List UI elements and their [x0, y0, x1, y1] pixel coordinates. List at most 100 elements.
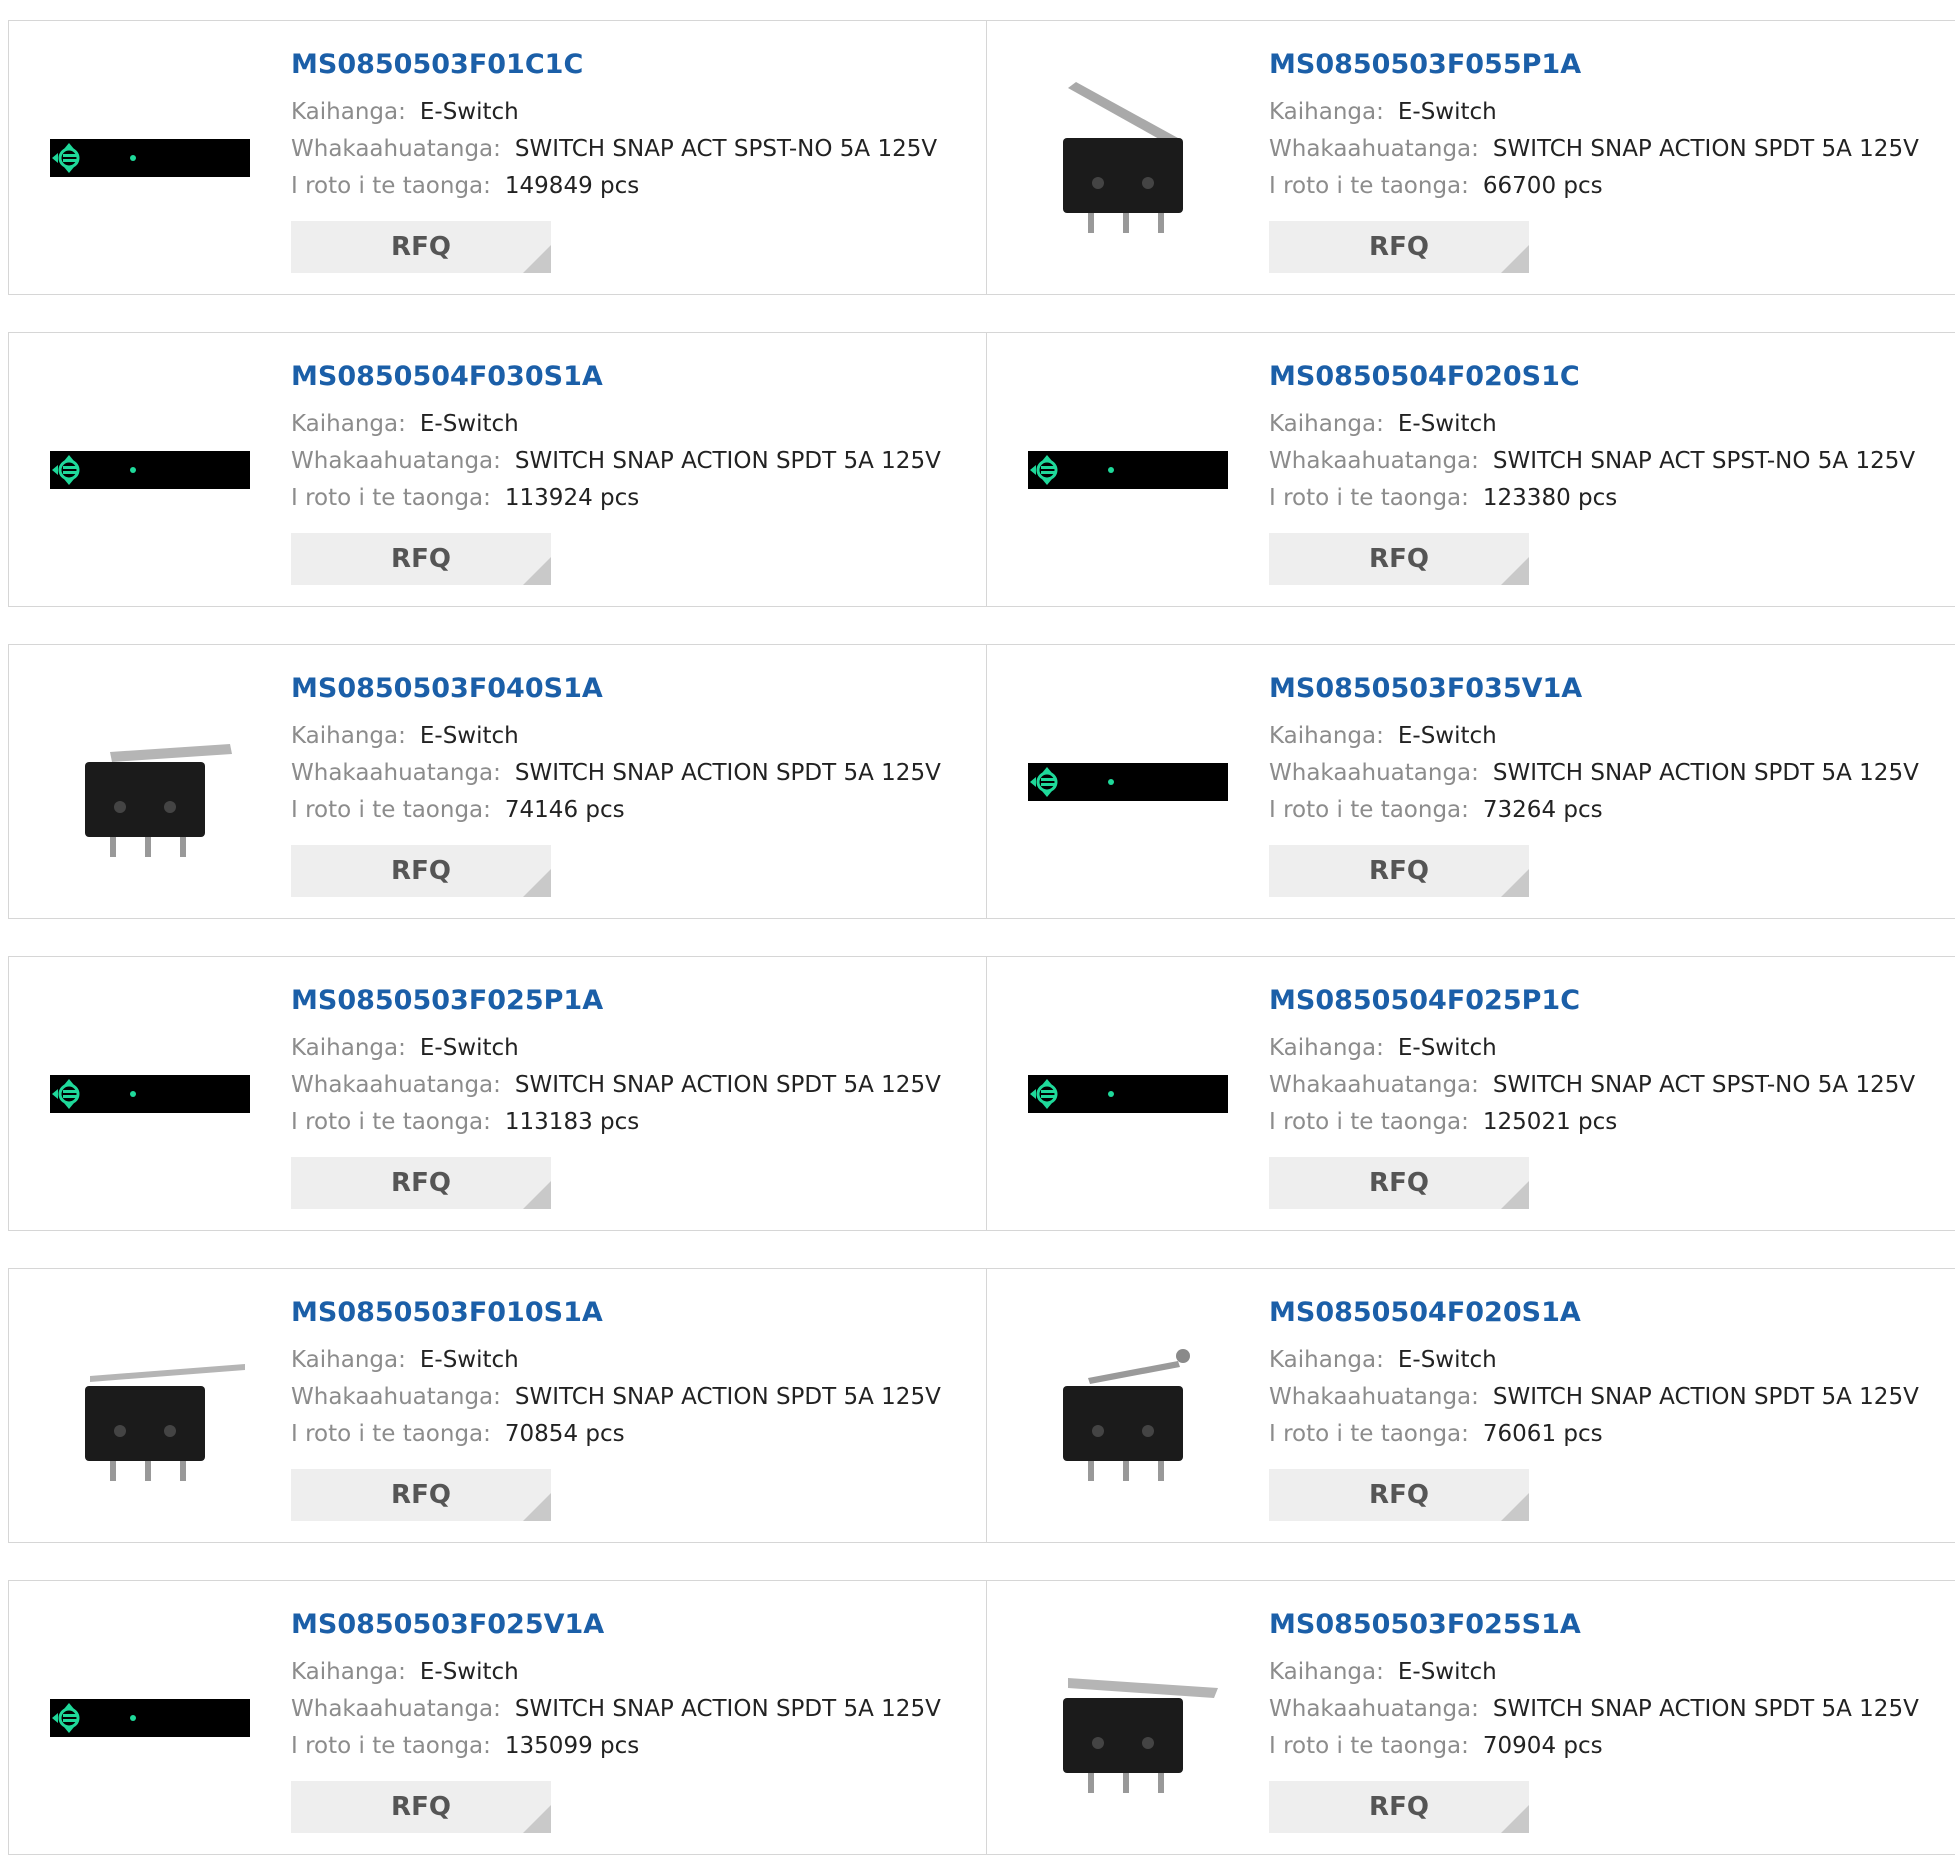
stock-label: I roto i te taonga:	[1269, 1109, 1469, 1135]
description-row: Whakaahuatanga: SWITCH SNAP ACTION SPDT 5…	[291, 1067, 976, 1104]
description-value: SWITCH SNAP ACTION SPDT 5A 125V	[1492, 1384, 1919, 1410]
product-card: MS0850504F025P1C Kaihanga: E-Switch Whaka…	[987, 956, 1955, 1231]
stock-row: I roto i te taonga: 149849 pcs	[291, 168, 976, 205]
rfq-button[interactable]: RFQ	[291, 845, 551, 897]
stock-value: 123380 pcs	[1482, 485, 1618, 511]
stock-label: I roto i te taonga:	[291, 485, 491, 511]
stock-value: 125021 pcs	[1482, 1109, 1618, 1135]
product-card: MS0850503F010S1A Kaihanga: E-Switch Whaka…	[8, 1268, 987, 1543]
stock-value: 113924 pcs	[504, 485, 640, 511]
description-label: Whakaahuatanga:	[1269, 760, 1479, 786]
part-number-link[interactable]: MS0850503F025P1A	[291, 985, 976, 1016]
part-number-link[interactable]: MS0850504F020S1C	[1269, 361, 1945, 392]
manufacturer-row: Kaihanga: E-Switch	[291, 1654, 976, 1691]
rfq-button[interactable]: RFQ	[1269, 1157, 1529, 1209]
stock-label: I roto i te taonga:	[1269, 797, 1469, 823]
product-info: MS0850503F025P1A Kaihanga: E-Switch Whaka…	[291, 985, 976, 1141]
rfq-button-label: RFQ	[1369, 856, 1429, 886]
rfq-button[interactable]: RFQ	[291, 1469, 551, 1521]
manufacturer-row: Kaihanga: E-Switch	[291, 406, 976, 443]
part-number-link[interactable]: MS0850503F055P1A	[1269, 49, 1945, 80]
product-thumbnail[interactable]	[1028, 58, 1228, 258]
rfq-button-label: RFQ	[391, 544, 451, 574]
part-number-link[interactable]: MS0850503F035V1A	[1269, 673, 1945, 704]
manufacturer-label: Kaihanga:	[1269, 1035, 1384, 1061]
manufacturer-value: E-Switch	[419, 99, 519, 125]
corner-triangle-icon	[523, 245, 551, 273]
description-row: Whakaahuatanga: SWITCH SNAP ACTION SPDT 5…	[1269, 755, 1945, 792]
product-thumbnail[interactable]	[1028, 994, 1228, 1194]
product-thumbnail[interactable]	[1028, 1618, 1228, 1818]
rfq-button-label: RFQ	[391, 1792, 451, 1822]
rfq-button[interactable]: RFQ	[291, 533, 551, 585]
stock-label: I roto i te taonga:	[1269, 1733, 1469, 1759]
description-row: Whakaahuatanga: SWITCH SNAP ACT SPST-NO 5…	[1269, 1067, 1945, 1104]
product-thumbnail[interactable]	[50, 1306, 250, 1506]
manufacturer-row: Kaihanga: E-Switch	[291, 1342, 976, 1379]
rfq-button[interactable]: RFQ	[1269, 1469, 1529, 1521]
manufacturer-row: Kaihanga: E-Switch	[1269, 1654, 1945, 1691]
description-label: Whakaahuatanga:	[291, 1384, 501, 1410]
part-number-link[interactable]: MS0850504F030S1A	[291, 361, 976, 392]
product-thumbnail[interactable]	[1028, 682, 1228, 882]
stock-label: I roto i te taonga:	[291, 1421, 491, 1447]
manufacturer-label: Kaihanga:	[291, 1035, 406, 1061]
product-thumbnail[interactable]	[1028, 1306, 1228, 1506]
rfq-button[interactable]: RFQ	[1269, 845, 1529, 897]
stock-value: 70854 pcs	[504, 1421, 625, 1447]
manufacturer-value: E-Switch	[419, 1035, 519, 1061]
manufacturer-label: Kaihanga:	[291, 723, 406, 749]
rfq-button[interactable]: RFQ	[1269, 221, 1529, 273]
manufacturer-row: Kaihanga: E-Switch	[1269, 718, 1945, 755]
rfq-button[interactable]: RFQ	[291, 221, 551, 273]
description-label: Whakaahuatanga:	[1269, 1384, 1479, 1410]
rfq-button-label: RFQ	[391, 1480, 451, 1510]
manufacturer-row: Kaihanga: E-Switch	[1269, 1342, 1945, 1379]
description-value: SWITCH SNAP ACT SPST-NO 5A 125V	[514, 136, 938, 162]
manufacturer-value: E-Switch	[1397, 1347, 1497, 1373]
corner-triangle-icon	[1501, 1493, 1529, 1521]
manufacturer-label: Kaihanga:	[291, 1347, 406, 1373]
rfq-button[interactable]: RFQ	[291, 1157, 551, 1209]
rfq-button-label: RFQ	[1369, 1480, 1429, 1510]
description-value: SWITCH SNAP ACTION SPDT 5A 125V	[1492, 136, 1919, 162]
product-thumbnail[interactable]	[1028, 370, 1228, 570]
product-thumbnail[interactable]	[50, 994, 250, 1194]
stock-label: I roto i te taonga:	[1269, 173, 1469, 199]
product-card: MS0850503F025V1A Kaihanga: E-Switch Whaka…	[8, 1580, 987, 1855]
product-thumbnail[interactable]	[50, 58, 250, 258]
rfq-button[interactable]: RFQ	[291, 1781, 551, 1833]
part-number-link[interactable]: MS0850503F01C1C	[291, 49, 976, 80]
stock-row: I roto i te taonga: 74146 pcs	[291, 792, 976, 829]
rfq-button[interactable]: RFQ	[1269, 1781, 1529, 1833]
manufacturer-value: E-Switch	[1397, 99, 1497, 125]
manufacturer-label: Kaihanga:	[1269, 723, 1384, 749]
part-number-link[interactable]: MS0850503F025V1A	[291, 1609, 976, 1640]
product-thumbnail[interactable]	[50, 1618, 250, 1818]
manufacturer-row: Kaihanga: E-Switch	[1269, 94, 1945, 131]
product-info: MS0850503F025V1A Kaihanga: E-Switch Whaka…	[291, 1609, 976, 1765]
product-thumbnail[interactable]	[50, 370, 250, 570]
corner-triangle-icon	[523, 557, 551, 585]
product-card: MS0850504F020S1C Kaihanga: E-Switch Whaka…	[987, 332, 1955, 607]
stock-row: I roto i te taonga: 125021 pcs	[1269, 1104, 1945, 1141]
move-arrows-icon	[1030, 455, 1058, 485]
part-number-link[interactable]: MS0850503F010S1A	[291, 1297, 976, 1328]
image-placeholder	[50, 1699, 250, 1737]
product-info: MS0850503F055P1A Kaihanga: E-Switch Whaka…	[1269, 49, 1945, 205]
manufacturer-row: Kaihanga: E-Switch	[291, 94, 976, 131]
rfq-button[interactable]: RFQ	[1269, 533, 1529, 585]
part-number-link[interactable]: MS0850503F040S1A	[291, 673, 976, 704]
stock-row: I roto i te taonga: 70854 pcs	[291, 1416, 976, 1453]
move-arrows-icon	[52, 1703, 80, 1733]
description-row: Whakaahuatanga: SWITCH SNAP ACTION SPDT 5…	[291, 443, 976, 480]
part-number-link[interactable]: MS0850504F025P1C	[1269, 985, 1945, 1016]
manufacturer-row: Kaihanga: E-Switch	[291, 1030, 976, 1067]
part-number-link[interactable]: MS0850503F025S1A	[1269, 1609, 1945, 1640]
move-arrows-icon	[52, 455, 80, 485]
part-number-link[interactable]: MS0850504F020S1A	[1269, 1297, 1945, 1328]
product-thumbnail[interactable]	[50, 682, 250, 882]
product-card: MS0850503F035V1A Kaihanga: E-Switch Whaka…	[987, 644, 1955, 919]
manufacturer-label: Kaihanga:	[1269, 411, 1384, 437]
description-label: Whakaahuatanga:	[1269, 1072, 1479, 1098]
